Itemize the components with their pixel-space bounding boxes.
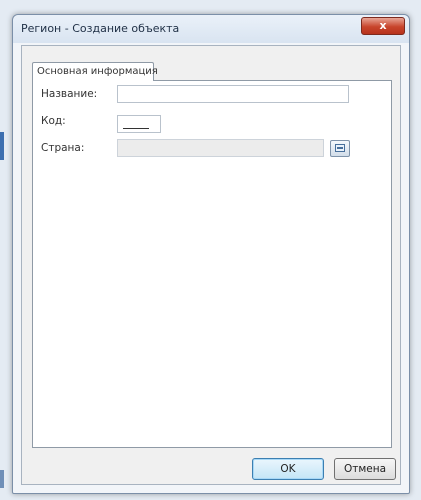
dialog-window: Регион - Создание объекта x Основная инф… [12, 14, 410, 494]
name-input[interactable] [117, 85, 349, 103]
background-window-edge [0, 470, 4, 488]
country-lookup-button[interactable] [330, 140, 350, 157]
close-button[interactable]: x [361, 17, 405, 35]
lookup-icon [335, 144, 345, 152]
name-label: Название: [41, 88, 98, 100]
ok-button[interactable]: OK [252, 458, 324, 480]
cancel-button[interactable]: Отмена [334, 458, 396, 480]
code-input[interactable] [117, 115, 161, 133]
close-icon: x [379, 19, 387, 32]
window-title: Регион - Создание объекта [21, 22, 180, 35]
dialog-client-area: Основная информация Название: Код: Стран… [21, 45, 401, 485]
tab-main-info[interactable]: Основная информация [32, 62, 158, 81]
title-bar[interactable]: Регион - Создание объекта x [13, 15, 409, 43]
code-label: Код: [41, 115, 66, 127]
country-label: Страна: [41, 142, 85, 154]
country-input[interactable] [117, 139, 324, 157]
code-input-caret-line [123, 128, 149, 129]
tab-panel-main-info: Название: Код: Страна: [32, 80, 392, 448]
background-window-edge [0, 132, 4, 160]
tab-label: Основная информация [37, 66, 158, 77]
